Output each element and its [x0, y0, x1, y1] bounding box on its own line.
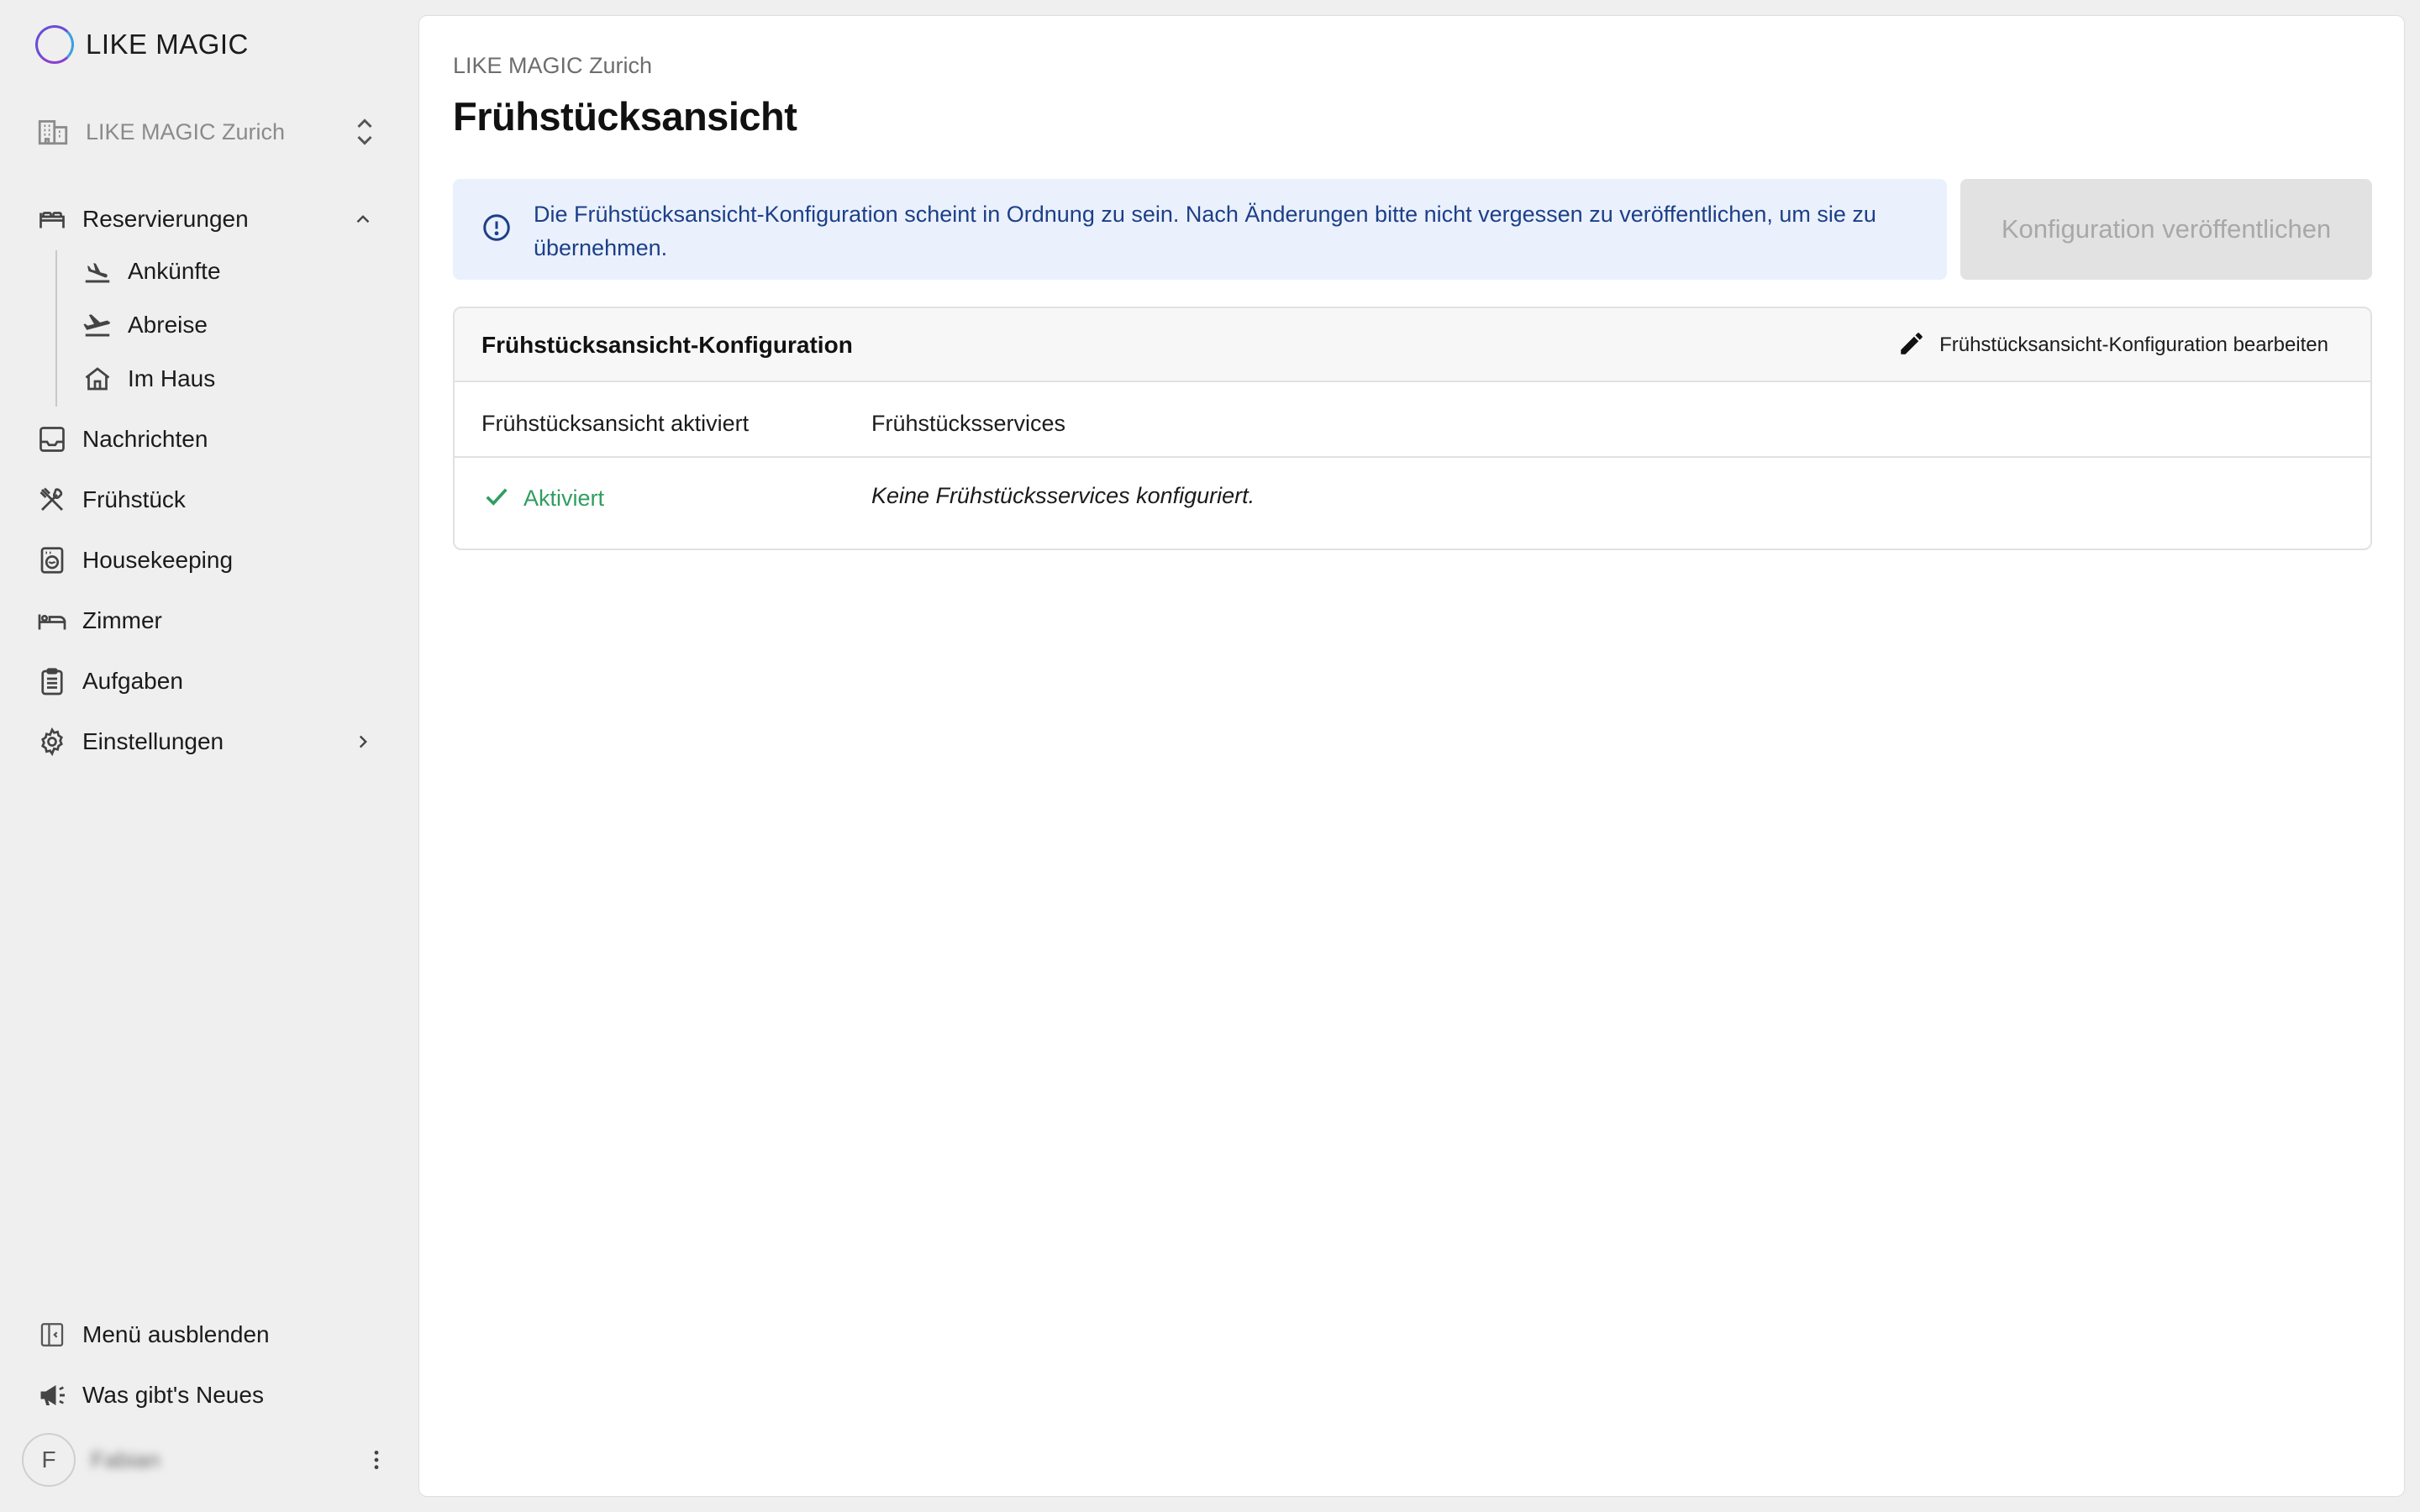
brand-name: LIKE MAGIC: [86, 29, 249, 60]
configuration-card: Frühstücksansicht-Konfiguration Frühstüc…: [453, 307, 2372, 550]
nav-tasks[interactable]: Aufgaben: [35, 660, 183, 702]
home-icon: [81, 362, 114, 396]
pencil-icon: [1897, 329, 1926, 362]
main-panel: LIKE MAGIC Zurich Frühstücksansicht Die …: [418, 15, 2405, 1497]
nav-breakfast[interactable]: Frühstück: [35, 479, 186, 521]
chevron-up-icon[interactable]: [348, 204, 378, 234]
publish-configuration-button[interactable]: Konfiguration veröffentlichen: [1960, 179, 2372, 280]
unfold-icon: [350, 114, 380, 154]
info-icon: [481, 213, 512, 247]
hide-menu-label: Menü ausblenden: [82, 1321, 270, 1347]
gear-icon: [35, 725, 69, 759]
nav-rooms[interactable]: Zimmer: [35, 600, 162, 642]
status-badge: Aktiviert: [481, 481, 604, 516]
info-alert: Die Frühstücksansicht-Konfiguration sche…: [453, 179, 1947, 280]
brand-logo[interactable]: LIKE MAGIC: [35, 25, 249, 64]
plane-landing-icon: [81, 255, 114, 288]
nav-tasks-label: Aufgaben: [82, 668, 183, 694]
page-title: Frühstücksansicht: [453, 94, 797, 139]
whats-new-button[interactable]: Was gibt's Neues: [35, 1374, 264, 1416]
whats-new-label: Was gibt's Neues: [82, 1382, 264, 1408]
inbox-icon: [35, 423, 69, 456]
services-value: Keine Frühstücksservices konfiguriert.: [871, 483, 1255, 508]
nav-departures-label: Abreise: [128, 312, 208, 338]
check-icon: [481, 481, 512, 516]
nav-reservations-label: Reservierungen: [82, 206, 249, 232]
clipboard-icon: [35, 664, 69, 698]
edit-configuration-label: Frühstücksansicht-Konfiguration bearbeit…: [1939, 333, 2328, 356]
sidebar: LIKE MAGIC LIKE MAGIC Zurich Reservierun…: [0, 0, 417, 1512]
bed-icon: [35, 202, 69, 236]
logo-ring-icon: [35, 25, 74, 64]
divider: [455, 456, 2370, 458]
user-name: Fabian: [91, 1446, 160, 1473]
nav-arrivals[interactable]: Ankünfte: [81, 250, 221, 292]
megaphone-icon: [35, 1378, 69, 1412]
card-header: Frühstücksansicht-Konfiguration Frühstüc…: [455, 308, 2370, 382]
hide-menu-button[interactable]: Menü ausblenden: [35, 1314, 270, 1356]
nav-settings[interactable]: Einstellungen: [35, 721, 224, 763]
more-vert-icon[interactable]: [361, 1445, 392, 1475]
card-title: Frühstücksansicht-Konfiguration: [481, 332, 853, 358]
nav-in-house-label: Im Haus: [128, 365, 216, 391]
avatar: F: [22, 1433, 76, 1487]
building-icon: [35, 113, 71, 152]
nav-housekeeping-label: Housekeeping: [82, 547, 234, 573]
alert-message: Die Frühstücksansicht-Konfiguration sche…: [534, 202, 1876, 260]
nav-breakfast-label: Frühstück: [82, 486, 186, 512]
nav-reservations[interactable]: Reservierungen: [35, 198, 249, 240]
plane-takeoff-icon: [81, 308, 114, 342]
status-text: Aktiviert: [523, 486, 605, 511]
edit-configuration-button[interactable]: Frühstücksansicht-Konfiguration bearbeit…: [1897, 328, 2328, 362]
nav-messages[interactable]: Nachrichten: [35, 418, 208, 460]
nav-in-house[interactable]: Im Haus: [81, 358, 215, 400]
column-header-services: Frühstücksservices: [871, 411, 1066, 436]
nav-settings-label: Einstellungen: [82, 728, 224, 754]
washing-machine-icon: [35, 543, 69, 577]
nav-arrivals-label: Ankünfte: [128, 258, 221, 284]
nav-messages-label: Nachrichten: [82, 426, 208, 452]
column-header-enabled: Frühstücksansicht aktiviert: [481, 411, 750, 436]
fork-spoon-icon: [35, 483, 69, 517]
breadcrumb: LIKE MAGIC Zurich: [453, 53, 653, 78]
nav-housekeeping[interactable]: Housekeeping: [35, 539, 233, 581]
chevron-right-icon[interactable]: [348, 727, 378, 757]
nav-rooms-label: Zimmer: [82, 607, 162, 633]
sidebar-collapse-icon: [35, 1318, 69, 1352]
property-name: LIKE MAGIC Zurich: [86, 118, 286, 144]
property-switcher[interactable]: LIKE MAGIC Zurich: [35, 111, 380, 153]
nav-departures[interactable]: Abreise: [81, 304, 208, 346]
room-bed-icon: [35, 604, 69, 638]
submenu-line: [55, 250, 57, 407]
user-menu[interactable]: F Fabian: [22, 1433, 392, 1487]
